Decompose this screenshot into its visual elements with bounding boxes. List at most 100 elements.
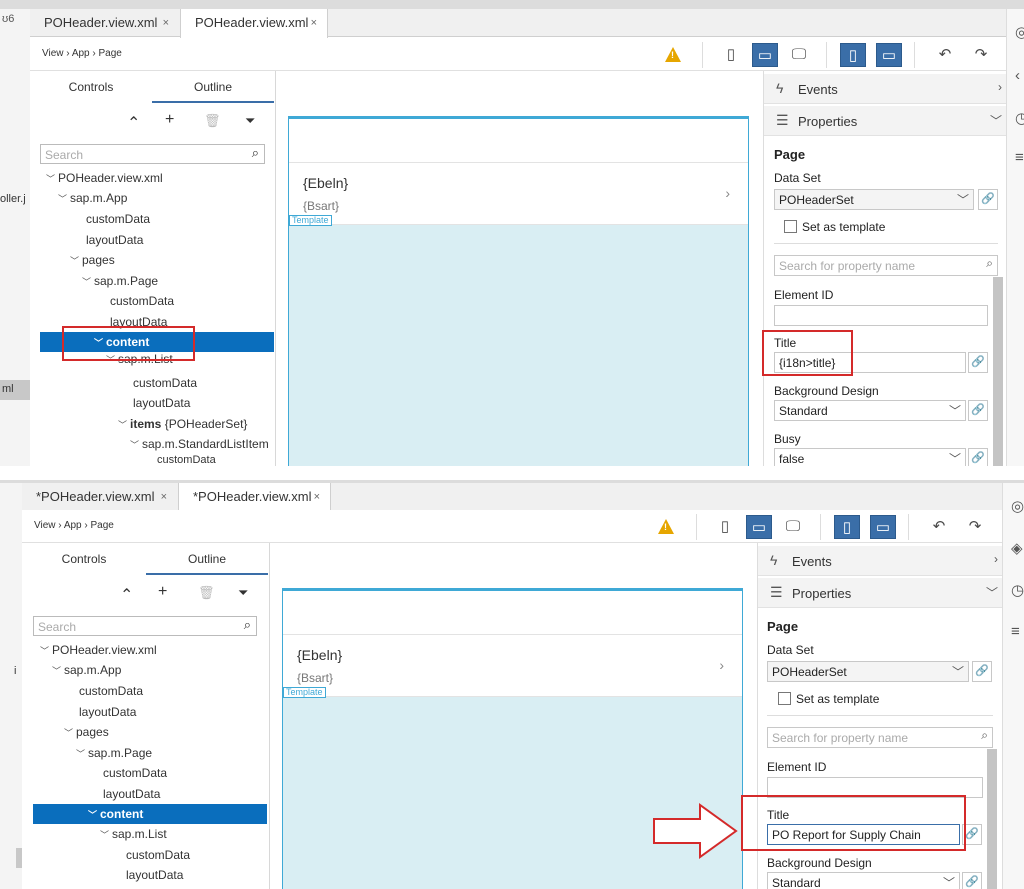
chevron-down-icon[interactable]: ﹀ <box>46 169 58 189</box>
landscape-icon[interactable]: ▭ <box>870 515 896 539</box>
chevron-down-icon[interactable]: ﹀ <box>40 641 52 661</box>
tree-node[interactable]: customData <box>30 373 275 393</box>
portrait-icon[interactable]: ▯ <box>834 515 860 539</box>
chevron-down-icon[interactable]: ﹀ <box>52 661 64 681</box>
search-icon[interactable]: ⌕ <box>986 256 993 271</box>
properties-scrollbar[interactable] <box>993 277 1003 466</box>
landscape-icon[interactable]: ▭ <box>876 43 902 67</box>
search-icon[interactable]: ⌕ <box>244 617 251 633</box>
warning-icon[interactable]: ! <box>665 47 681 62</box>
properties-section[interactable]: ☰ Properties ﹀ <box>758 578 1002 608</box>
property-search-input[interactable]: Search for property name ⌕ <box>774 255 998 276</box>
design-canvas[interactable]: {Ebeln} {Bsart} › Template <box>277 71 763 466</box>
link-icon[interactable]: 🔗 <box>968 352 988 373</box>
events-section[interactable]: ϟ Events › <box>764 74 1006 104</box>
link-icon[interactable]: 🔗 <box>972 661 992 682</box>
tree-node[interactable]: ﹀ pages <box>22 722 269 742</box>
chevron-down-icon[interactable]: ﹀ <box>957 191 969 208</box>
search-icon[interactable]: ⌕ <box>981 728 988 743</box>
editor-tab-active[interactable]: *POHeader.view.xml × <box>178 483 331 512</box>
editor-tab[interactable]: POHeader.view.xml × <box>30 9 179 37</box>
property-search-input[interactable]: Search for property name ⌕ <box>767 727 993 748</box>
list-template-area[interactable] <box>283 697 742 889</box>
background-design-select[interactable]: Standard ﹀ <box>774 400 966 421</box>
chevron-right-icon[interactable]: › <box>998 80 1002 94</box>
desktop-icon[interactable]: 🖵 <box>786 43 812 67</box>
tree-node[interactable]: ﹀ sap.m.StandardListItem <box>30 434 275 454</box>
tree-node[interactable]: ﹀ pages <box>30 250 275 270</box>
tree-node[interactable]: customData <box>30 455 275 465</box>
collapse-icon[interactable]: ⌃ <box>120 585 133 605</box>
tree-node[interactable]: customData <box>22 845 269 865</box>
explorer-selected-row[interactable]: ml <box>0 380 30 400</box>
explorer-file-fragment[interactable]: oller.j <box>0 193 26 205</box>
tree-node[interactable]: ﹀ items {POHeaderSet} <box>30 414 275 434</box>
tree-node[interactable]: ﹀ POHeader.view.xml <box>30 168 275 188</box>
tree-node[interactable]: ﹀ sap.m.List <box>22 824 269 844</box>
chevron-down-icon[interactable]: ﹀ <box>118 415 130 435</box>
chevron-down-icon[interactable]: ﹀ <box>949 450 961 466</box>
close-icon[interactable]: × <box>314 483 320 511</box>
events-section[interactable]: ϟ Events › <box>758 546 1002 576</box>
tree-node[interactable]: layoutData <box>22 702 269 722</box>
tree-node[interactable]: layoutData <box>30 393 275 413</box>
tree-node[interactable]: layoutData <box>22 784 269 804</box>
tab-outline[interactable]: Outline <box>146 543 268 575</box>
link-icon[interactable]: 🔗 <box>968 448 988 466</box>
tree-node[interactable]: ﹀ sap.m.Page <box>22 743 269 763</box>
background-design-select[interactable]: Standard ﹀ <box>767 872 960 889</box>
menu-icon[interactable]: ≡ <box>1015 149 1024 166</box>
properties-scrollbar[interactable] <box>987 749 997 889</box>
search-icon[interactable]: ◎ <box>1011 497 1024 515</box>
tablet-icon[interactable]: ▭ <box>746 515 772 539</box>
link-icon[interactable]: 🔗 <box>962 872 982 889</box>
filter-icon[interactable]: ⏷ <box>245 113 255 129</box>
collapse-icon[interactable]: ⌃ <box>127 113 140 133</box>
set-template-checkbox[interactable] <box>778 692 791 705</box>
chevron-down-icon[interactable]: ﹀ <box>82 272 94 292</box>
chevron-right-icon[interactable]: › <box>994 552 998 566</box>
history-icon[interactable]: ◷ <box>1011 581 1024 599</box>
chevron-down-icon[interactable]: ﹀ <box>58 189 70 209</box>
search-icon[interactable]: ◎ <box>1015 23 1024 41</box>
link-icon[interactable]: 🔗 <box>968 400 988 421</box>
redo-icon[interactable]: ↷ <box>968 43 994 67</box>
chevron-down-icon[interactable]: ﹀ <box>100 825 112 845</box>
chevron-down-icon[interactable]: ﹀ <box>130 435 142 455</box>
tree-node[interactable]: ﹀ POHeader.view.xml <box>22 640 269 660</box>
history-icon[interactable]: ◷ <box>1015 109 1024 127</box>
list-item-template[interactable]: {Ebeln} {Bsart} › <box>283 635 742 697</box>
tree-node[interactable]: customData <box>22 681 269 701</box>
tree-node[interactable]: layoutData <box>30 230 275 250</box>
chevron-down-icon[interactable]: ﹀ <box>76 744 88 764</box>
chevron-down-icon[interactable]: ﹀ <box>986 584 998 601</box>
editor-tab[interactable]: *POHeader.view.xml × <box>22 483 177 511</box>
add-icon[interactable]: + <box>158 583 167 601</box>
list-template-area[interactable] <box>289 225 748 466</box>
chevron-left-icon[interactable]: ‹ <box>1015 67 1020 84</box>
breadcrumb[interactable]: View › App › Page <box>42 48 122 59</box>
tree-node[interactable]: ﹀ sap.m.App <box>30 188 275 208</box>
close-icon[interactable]: × <box>311 9 317 37</box>
tree-node[interactable]: customData <box>30 209 275 229</box>
chevron-down-icon[interactable]: ﹀ <box>990 112 1002 129</box>
breadcrumb[interactable]: View › App › Page <box>34 520 114 531</box>
page-header[interactable] <box>289 119 748 163</box>
menu-icon[interactable]: ≡ <box>1011 623 1020 640</box>
tablet-icon[interactable]: ▭ <box>752 43 778 67</box>
page-preview[interactable]: {Ebeln} {Bsart} › Template <box>288 116 749 466</box>
dataset-select[interactable]: POHeaderSet ﹀ <box>767 661 969 682</box>
tree-node[interactable]: layoutData <box>22 865 269 885</box>
tree-node-selected[interactable]: ﹀ content <box>33 804 267 824</box>
undo-icon[interactable]: ↶ <box>932 43 958 67</box>
outline-search-input[interactable]: Search ⌕ <box>33 616 257 636</box>
explorer-file-fragment[interactable]: i <box>14 665 16 677</box>
set-template-checkbox[interactable] <box>784 220 797 233</box>
portrait-icon[interactable]: ▯ <box>840 43 866 67</box>
tree-node[interactable]: ﹀ sap.m.App <box>22 660 269 680</box>
close-icon[interactable]: × <box>161 483 167 511</box>
delete-icon[interactable]: 🗑 <box>204 113 221 129</box>
page-header[interactable] <box>283 591 742 635</box>
warning-icon[interactable]: ! <box>658 519 674 534</box>
element-id-input[interactable] <box>774 305 988 326</box>
